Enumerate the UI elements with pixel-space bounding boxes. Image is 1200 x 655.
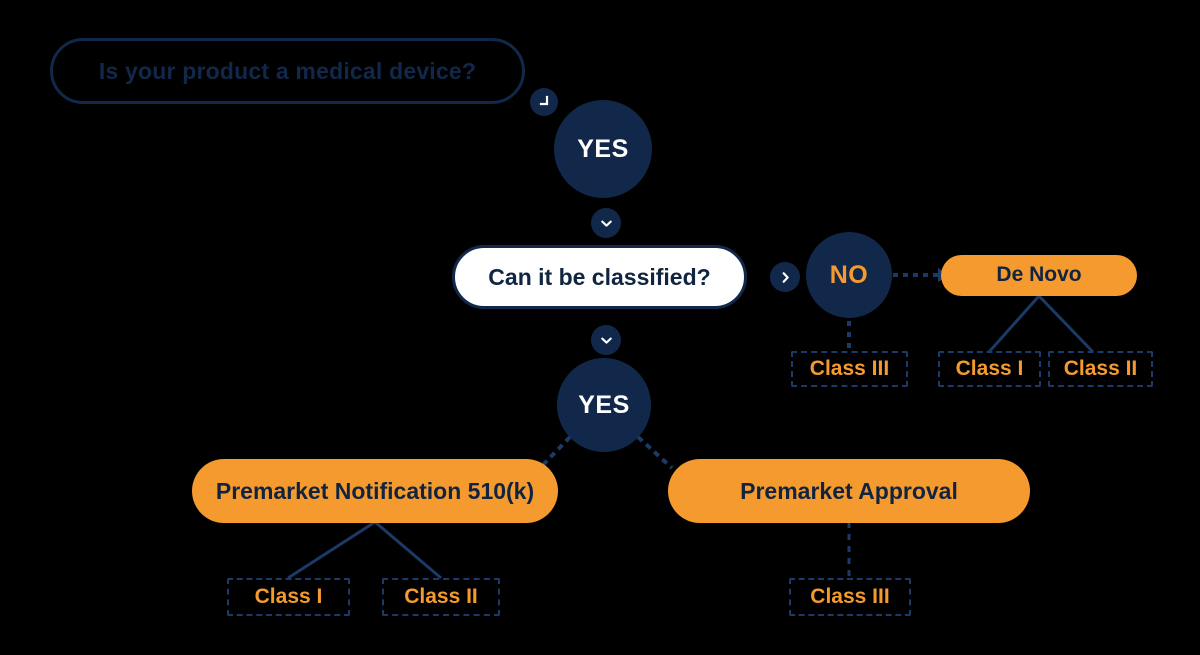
chip-denovo-class-i: Class I [938,351,1041,387]
outcome-premarket-approval[interactable]: Premarket Approval [668,459,1030,523]
chevron-down-icon [591,208,621,238]
chip-510k-class-i-label: Class I [254,584,323,608]
chip-denovo-class-ii: Class II [1048,351,1153,387]
outcome-premarket-notification-510k[interactable]: Premarket Notification 510(k) [192,459,558,523]
chip-no-class-iii-label: Class III [809,356,890,380]
chevron-right-icon [770,262,800,292]
branch-yes-classified[interactable]: YES [557,358,651,452]
branch-yes-medical-device-label: YES [577,134,629,163]
flowchart-canvas: Is your product a medical device? YES Ca… [0,0,1200,655]
outcome-premarket-approval-label: Premarket Approval [740,477,958,504]
question-is-medical-device-label: Is your product a medical device? [98,57,477,84]
question-can-it-be-classified[interactable]: Can it be classified? [452,245,747,309]
outcome-de-novo[interactable]: De Novo [941,255,1137,296]
question-can-it-be-classified-label: Can it be classified? [488,263,711,290]
chip-no-class-iii: Class III [791,351,908,387]
chip-denovo-class-i-label: Class I [955,356,1024,380]
chip-510k-class-i: Class I [227,578,350,616]
chip-510k-class-ii-label: Class II [404,584,478,608]
branch-no-cannot-classify[interactable]: NO [806,232,892,318]
outcome-de-novo-label: De Novo [996,263,1082,287]
chip-denovo-class-ii-label: Class II [1063,356,1138,380]
branch-no-cannot-classify-label: NO [829,260,869,289]
branch-yes-medical-device[interactable]: YES [554,100,652,198]
question-is-medical-device[interactable]: Is your product a medical device? [50,38,525,104]
chip-pma-class-iii-label: Class III [810,584,890,608]
chip-pma-class-iii: Class III [789,578,911,616]
chevron-down-icon [591,325,621,355]
branch-yes-classified-label: YES [578,390,630,419]
corner-down-left-icon [530,88,558,116]
outcome-premarket-notification-510k-label: Premarket Notification 510(k) [215,477,535,504]
connector-510k-branch [287,520,442,580]
connector-denovo-branch [987,294,1095,354]
chip-510k-class-ii: Class II [382,578,500,616]
